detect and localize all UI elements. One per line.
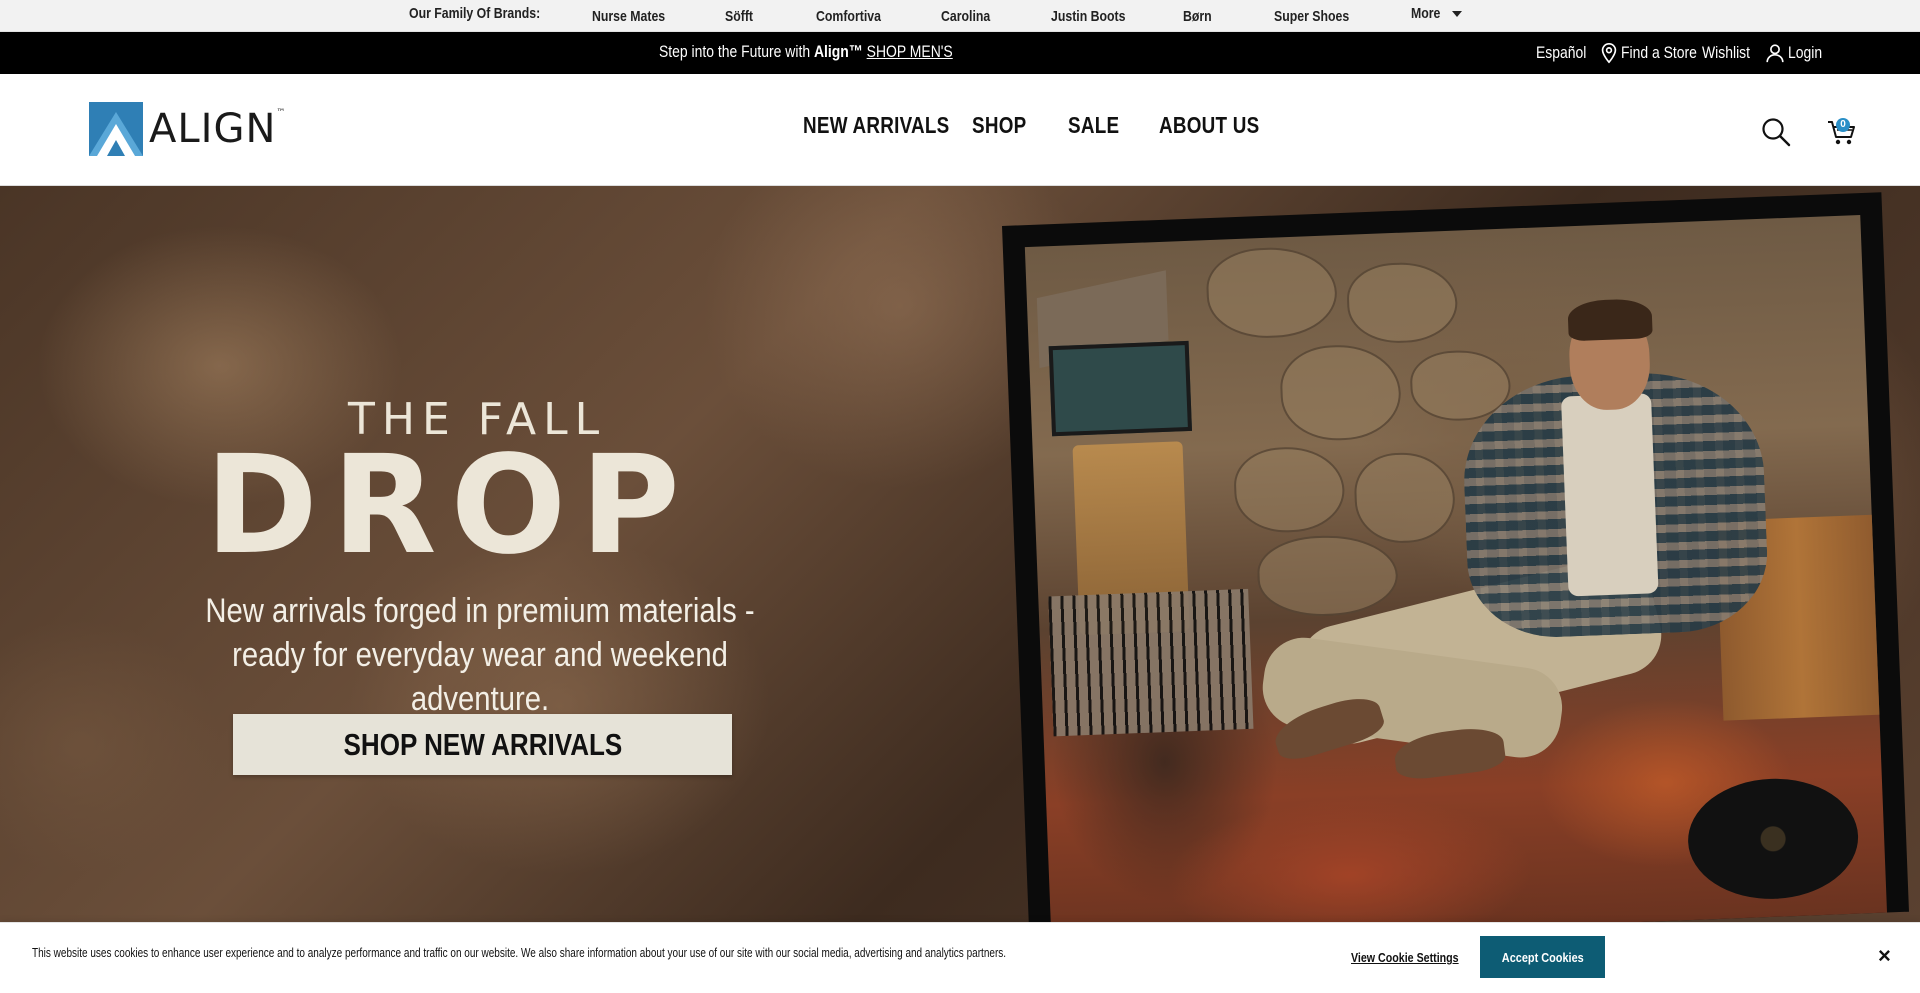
hero-photo	[1002, 192, 1909, 922]
align-logo[interactable]: ALIGN™	[89, 102, 286, 156]
record-crate-shape	[1048, 588, 1254, 737]
align-logo-text: ALIGN™	[149, 106, 287, 152]
brand-link-super-shoes[interactable]: Super Shoes	[1274, 8, 1349, 25]
shop-new-arrivals-button[interactable]: SHOP NEW ARRIVALS	[233, 714, 732, 775]
hero-subtitle: New arrivals forged in premium materials…	[205, 592, 755, 718]
location-pin-icon[interactable]	[1598, 42, 1620, 64]
hero-photo-scene	[1024, 215, 1888, 922]
stone-wall-shape	[1353, 450, 1457, 545]
family-of-brands-bar: Our Family Of Brands: Nurse Mates Söfft …	[0, 0, 1920, 32]
logo-trademark: ™	[276, 108, 287, 118]
cookie-banner: This website uses cookies to enhance use…	[0, 922, 1920, 993]
language-link[interactable]: Español	[1536, 43, 1586, 63]
wishlist-link[interactable]: Wishlist	[1702, 43, 1750, 63]
promo-bar: Step into the Future with Align™ SHOP ME…	[0, 32, 1920, 74]
vinyl-record-shape	[1685, 775, 1861, 903]
user-icon[interactable]	[1764, 42, 1786, 64]
brand-link-carolina[interactable]: Carolina	[941, 8, 990, 25]
family-of-brands-label: Our Family Of Brands:	[409, 5, 541, 22]
login-link[interactable]: Login	[1788, 43, 1822, 63]
promo-brand: Align™	[813, 42, 863, 61]
accept-cookies-label: Accept Cookies	[1501, 949, 1584, 965]
hero-banner: THE FALL DROP New arrivals forged in pre…	[0, 186, 1920, 922]
nav-sale[interactable]: SALE	[1068, 112, 1119, 139]
brand-link-comfortiva[interactable]: Comfortiva	[816, 8, 881, 25]
search-icon[interactable]	[1760, 116, 1792, 148]
stone-wall-shape	[1278, 342, 1403, 443]
find-store-link[interactable]: Find a Store	[1621, 43, 1697, 63]
shop-mens-link[interactable]: SHOP MEN'S	[867, 42, 953, 61]
brand-link-sofft[interactable]: Söfft	[725, 8, 753, 25]
brand-link-justin-boots[interactable]: Justin Boots	[1051, 8, 1125, 25]
stone-wall-shape	[1345, 260, 1459, 345]
logo-wordmark: ALIGN	[149, 106, 277, 152]
promo-text: Step into the Future with	[659, 42, 814, 61]
person-tee-shape	[1560, 393, 1659, 597]
close-icon[interactable]: ×	[1878, 945, 1891, 967]
nav-new-arrivals[interactable]: NEW ARRIVALS	[803, 112, 949, 139]
brand-link-born[interactable]: Børn	[1183, 8, 1212, 25]
align-logo-mark-icon	[89, 102, 143, 156]
stone-wall-shape	[1205, 245, 1339, 341]
view-cookie-settings-link[interactable]: View Cookie Settings	[1351, 950, 1459, 965]
cookie-notice-text: This website uses cookies to enhance use…	[32, 946, 1007, 960]
accept-cookies-button[interactable]: Accept Cookies	[1480, 936, 1605, 978]
caret-down-icon	[1451, 10, 1462, 17]
stone-wall-shape	[1232, 445, 1346, 535]
person-hair-shape	[1567, 298, 1653, 342]
site-header: ALIGN™ NEW ARRIVALS SHOP SALE ABOUT US 0	[0, 74, 1920, 186]
nav-about-us[interactable]: ABOUT US	[1159, 112, 1259, 139]
stone-wall-shape	[1256, 533, 1400, 619]
promo-message: Step into the Future with Align™ SHOP ME…	[659, 42, 953, 62]
turntable-shape	[1048, 340, 1193, 437]
more-brands-label: More	[1411, 5, 1441, 22]
nav-shop[interactable]: SHOP	[972, 112, 1026, 139]
cart-count-badge: 0	[1836, 118, 1850, 132]
more-brands-dropdown[interactable]: More	[1411, 5, 1462, 22]
hero-title: DROP	[205, 427, 694, 585]
brand-link-nurse-mates[interactable]: Nurse Mates	[592, 8, 665, 25]
shop-new-arrivals-label: SHOP NEW ARRIVALS	[343, 727, 622, 762]
